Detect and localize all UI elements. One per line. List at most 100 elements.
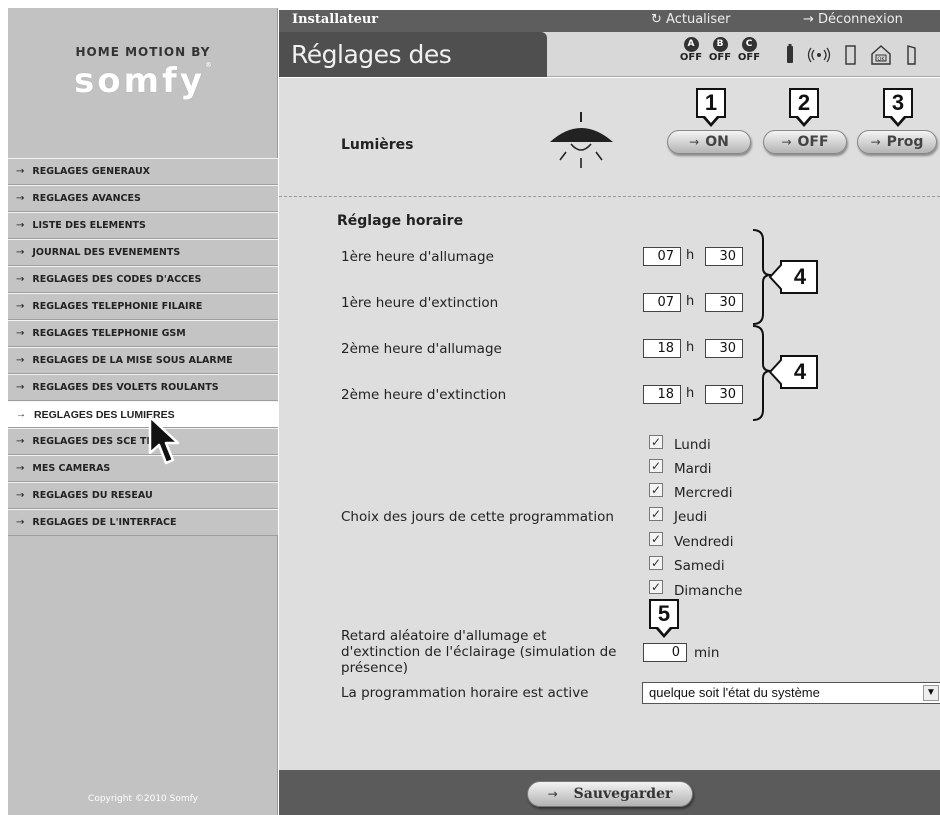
- checkbox-samedi[interactable]: ✓: [649, 556, 663, 570]
- arrow-right-icon: →: [16, 301, 25, 312]
- hour-separator: h: [686, 294, 695, 309]
- callout-3-pointer-fill: [892, 116, 904, 123]
- arrow-right-icon: →: [16, 193, 25, 204]
- callout-5: 5: [649, 599, 679, 629]
- sidebar-item-label: JOURNAL DES EVENEMENTS: [32, 247, 181, 258]
- sidebar-item-label: MES CAMERAS: [32, 463, 111, 474]
- arrow-right-icon: →: [689, 135, 700, 149]
- sidebar-item-label: REGLAGES TELEPHONIE FILAIRE: [32, 301, 203, 312]
- hour-separator: h: [686, 248, 695, 263]
- checkbox-mardi[interactable]: ✓: [649, 459, 663, 473]
- schedule-row-label: 1ère heure d'extinction: [341, 295, 499, 311]
- sidebar-item[interactable]: → REGLAGES TELEPHONIE FILAIRE: [8, 293, 278, 320]
- sidebar-item[interactable]: → REGLAGES GENERAUX: [8, 158, 278, 185]
- sidebar-item[interactable]: → REGLAGES DE LA MISE SOUS ALARME: [8, 347, 278, 374]
- zone-a-status: A OFF: [677, 37, 705, 63]
- arrow-right-icon: →: [16, 247, 25, 258]
- schedule-title: Réglage horaire: [337, 213, 464, 229]
- callout-4a: 4: [793, 264, 807, 289]
- checkbox-jeudi[interactable]: ✓: [649, 507, 663, 521]
- sidebar-item[interactable]: → REGLAGES DU RESEAU: [8, 482, 278, 509]
- hour-separator: h: [686, 386, 695, 401]
- sidebar-item[interactable]: → JOURNAL DES EVENEMENTS: [8, 239, 278, 266]
- sidebar-item-label: REGLAGES DES SCE TI: [32, 436, 150, 447]
- save-button[interactable]: → Sauvegarder: [527, 781, 693, 807]
- checkbox-vendredi[interactable]: ✓: [649, 532, 663, 546]
- schedule-row-label: 2ème heure d'extinction: [341, 387, 507, 403]
- hour-input[interactable]: 18: [643, 339, 681, 358]
- checkbox-dimanche[interactable]: ✓: [649, 580, 663, 594]
- sidebar-item[interactable]: → REGLAGES DES CODES D'ACCES: [8, 266, 278, 293]
- arrow-right-icon: →: [16, 517, 25, 528]
- door-open-icon: [907, 45, 916, 65]
- mouse-cursor-icon: [148, 415, 180, 465]
- logout-label: Déconnexion: [818, 12, 903, 27]
- sidebar-item[interactable]: → REGLAGES DES SCE TI: [8, 428, 278, 455]
- delay-unit: min: [694, 645, 720, 661]
- sidebar-item-label: REGLAGES DU RESEAU: [32, 490, 153, 501]
- arrow-right-icon: →: [16, 409, 26, 420]
- delay-label-2: d'extinction de l'éclairage (simulation …: [341, 644, 617, 660]
- header-band: Réglages des lumières A OFF B OFF C OFF …: [279, 32, 940, 114]
- main-content: Lumières → ON → OFF → Prog 1 2 3 Réglage ho…: [279, 78, 940, 770]
- day-label: Jeudi: [674, 509, 708, 525]
- hour-input[interactable]: 07: [643, 247, 681, 266]
- copyright: Copyright ©2010 Somfy: [88, 794, 198, 804]
- arrow-right-icon: →: [16, 355, 25, 366]
- lights-prog-button[interactable]: → Prog: [857, 130, 937, 154]
- sidebar-item-label: REGLAGES AVANCES: [32, 193, 141, 204]
- top-bar: Installateur ↻ Actualiser → Déconnexion: [279, 10, 940, 32]
- schedule-row-label: 1ère heure d'allumage: [341, 249, 494, 265]
- lights-off-button[interactable]: → OFF: [763, 130, 847, 154]
- home-ok-icon: OK: [871, 45, 891, 65]
- sidebar-menu: → REGLAGES GENERAUX → REGLAGES AVANCES → LIST…: [8, 158, 278, 536]
- lights-on-button[interactable]: → ON: [667, 130, 751, 154]
- sidebar-item[interactable]: → REGLAGES DES VOLETS ROULANTS: [8, 374, 278, 401]
- checkbox-lundi[interactable]: ✓: [649, 435, 663, 449]
- activation-value: quelque soit l'état du système: [649, 685, 820, 700]
- logo-text: somfy: [74, 61, 205, 101]
- sidebar-item[interactable]: → LISTE DES ELEMENTS: [8, 212, 278, 239]
- day-label: Mardi: [674, 461, 712, 477]
- callout-1-pointer-fill: [705, 116, 717, 123]
- zone-c-state: OFF: [737, 52, 761, 63]
- somfy-logo: somfy®: [8, 61, 278, 101]
- logo-mark: ®: [204, 61, 212, 69]
- delay-input[interactable]: 0: [643, 643, 687, 662]
- logout-link[interactable]: → Déconnexion: [803, 12, 903, 27]
- zone-a-letter: A: [683, 37, 699, 52]
- minute-input[interactable]: 30: [705, 385, 743, 404]
- schedule-row-label: 2ème heure d'allumage: [341, 341, 502, 357]
- sidebar-item-label: REGLAGES DES CODES D'ACCES: [32, 274, 202, 285]
- sidebar-item-label: REGLAGES DES VOLETS ROULANTS: [32, 382, 219, 393]
- minute-input[interactable]: 30: [705, 293, 743, 312]
- sidebar-item[interactable]: → REGLAGES DE L'INTERFACE: [8, 509, 278, 536]
- hour-input[interactable]: 18: [643, 385, 681, 404]
- zone-c-status: C OFF: [735, 37, 763, 63]
- sidebar-item[interactable]: → REGLAGES AVANCES: [8, 185, 278, 212]
- checkbox-mercredi[interactable]: ✓: [649, 483, 663, 497]
- prog-label: Prog: [886, 134, 924, 150]
- arrow-right-icon: →: [547, 787, 558, 801]
- sidebar-item[interactable]: → REGLAGES TELEPHONIE GSM: [8, 320, 278, 347]
- refresh-link[interactable]: ↻ Actualiser: [651, 12, 731, 27]
- zone-b-status: B OFF: [706, 37, 734, 63]
- day-label: Dimanche: [674, 583, 743, 599]
- callout-4b: 4: [793, 359, 807, 384]
- hour-input[interactable]: 07: [643, 293, 681, 312]
- sidebar-item[interactable]: → MES CAMERAS: [8, 455, 278, 482]
- svg-text:OK: OK: [877, 57, 885, 63]
- arrow-right-icon: →: [16, 166, 25, 177]
- ceiling-lamp-icon: [550, 112, 613, 168]
- save-label: Sauvegarder: [573, 786, 673, 802]
- minute-input[interactable]: 30: [705, 339, 743, 358]
- activation-select[interactable]: quelque soit l'état du système ▼: [642, 682, 940, 704]
- arrow-right-icon: →: [781, 135, 792, 149]
- radio-signal-icon: [807, 47, 831, 63]
- on-label: ON: [705, 134, 729, 150]
- day-label: Lundi: [674, 437, 711, 453]
- minute-input[interactable]: 30: [705, 247, 743, 266]
- sidebar-item-label: REGLAGES DE L'INTERFACE: [32, 517, 177, 528]
- arrow-right-icon: →: [803, 12, 814, 27]
- sidebar-item[interactable]: → REGLAGES DES LUMIERES: [8, 401, 278, 428]
